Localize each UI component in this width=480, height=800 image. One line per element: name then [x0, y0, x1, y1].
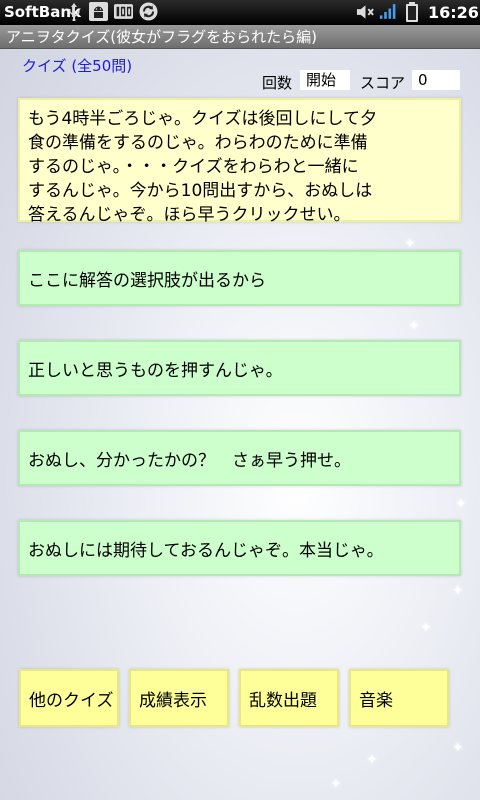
other-quiz-button[interactable]: 他のクイズ [19, 669, 119, 727]
answer-choice-2[interactable]: 正しいと思うものを押すんじゃ。 [18, 340, 461, 396]
round-value: 開始 [300, 70, 350, 90]
usb-icon [64, 2, 83, 21]
mute-icon [356, 2, 375, 21]
score-label: スコア [360, 74, 406, 92]
android-debug-icon [89, 2, 108, 21]
battery-icon [402, 1, 421, 22]
notification-icons [64, 2, 158, 21]
show-results-button[interactable]: 成績表示 [129, 669, 229, 727]
system-icons [356, 1, 421, 22]
sparkle-decoration: ✦ [330, 776, 342, 792]
signal-icon [379, 2, 398, 21]
sparkle-decoration: ✦ [420, 620, 432, 636]
random-quiz-button[interactable]: 乱数出題 [239, 669, 339, 727]
sync-icon [139, 2, 158, 21]
answer-choice-4[interactable]: おぬしには期待しておるんじゃぞ。本当じゃ。 [18, 520, 461, 576]
message-line: 答えるんじゃぞ。ほら早うクリックせい。 [28, 205, 351, 225]
answer-choice-1[interactable]: ここに解答の選択肢が出るから [18, 250, 461, 306]
sparkle-decoration: ✦ [452, 583, 464, 599]
sparkle-decoration: ✦ [404, 236, 416, 252]
answer-choice-3[interactable]: おぬし、分かったかの？ さぁ早う押せ。 [18, 430, 461, 486]
message-line: するのじゃ。・・・クイズをわらわと一緒に [28, 157, 359, 177]
round-label: 回数 [262, 74, 293, 92]
score-value: 0 [412, 70, 460, 90]
app-title: アニヲタクイズ(彼女がフラグをおられたら編) [0, 25, 480, 49]
question-message-box: もう4時半ごろじゃ。クイズは後回しにして夕 食の準備をするのじゃ。わらわのために… [18, 98, 461, 225]
sparkle-decoration: ✦ [408, 318, 420, 334]
status-bar: SoftBank 16:26 [0, 0, 480, 25]
clock: 16:26 [428, 3, 479, 22]
message-line: もう4時半ごろじゃ。クイズは後回しにして夕 [28, 109, 377, 129]
message-line: するんじゃ。今から10問出すから、おぬしは [28, 181, 373, 201]
sparkle-decoration: ✦ [452, 740, 464, 756]
music-button[interactable]: 音楽 [349, 669, 449, 727]
message-line: 食の準備をするのじゃ。わらわのために準備 [28, 133, 368, 153]
quiz-count-label: クイズ (全50問) [22, 57, 133, 75]
sparkle-decoration: ✦ [366, 752, 378, 768]
sparkle-decoration: ✦ [455, 496, 467, 512]
sd-card-icon [114, 2, 133, 21]
